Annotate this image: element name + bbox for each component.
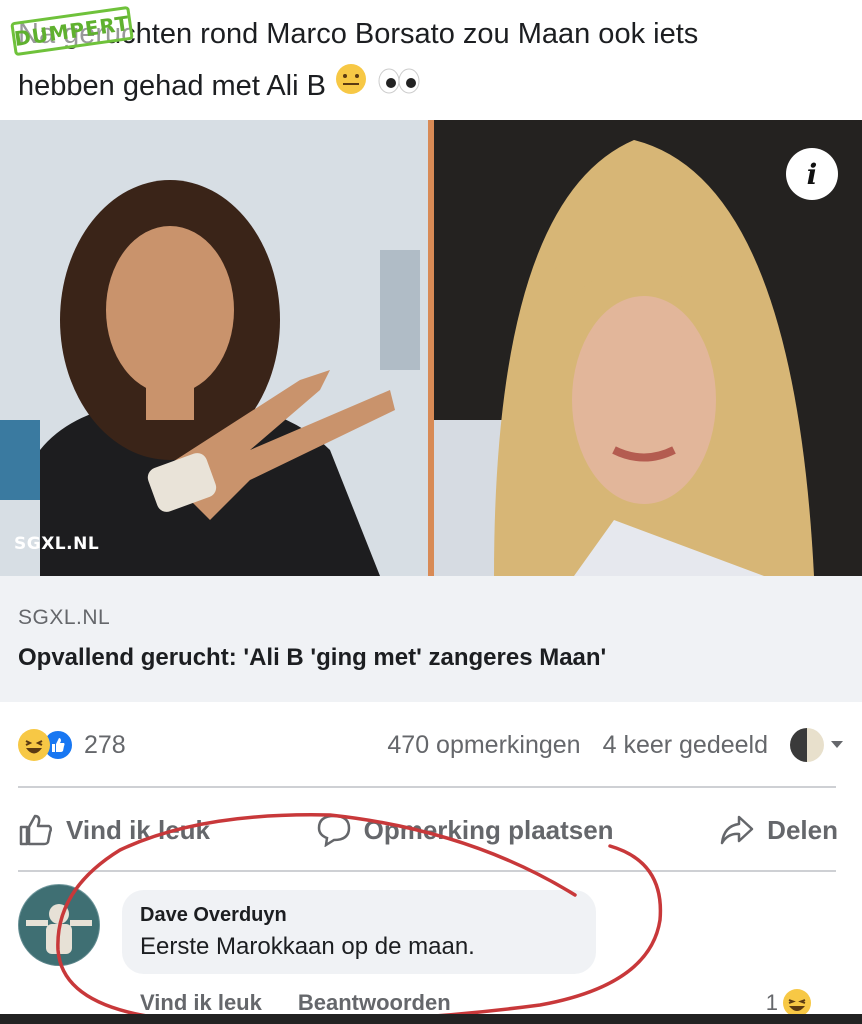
bottom-bar — [0, 1014, 862, 1024]
comment: Dave Overduyn Eerste Marokkaan op de maa… — [18, 884, 838, 1024]
post-stats: 278 470 opmerkingen 4 keer gedeeld — [18, 722, 844, 768]
commenter-name[interactable]: Dave Overduyn — [140, 904, 578, 927]
info-icon[interactable]: i — [786, 148, 838, 200]
comment-button[interactable]: Opmerking plaatsen — [316, 813, 614, 847]
photo-man[interactable]: SGXL.NL — [0, 120, 428, 576]
commenter-avatar[interactable] — [18, 884, 100, 966]
post-media[interactable]: SGXL.NL i — [0, 120, 862, 576]
share-icon — [720, 815, 754, 845]
comment-reply-link[interactable]: Beantwoorden — [298, 990, 451, 1016]
separator-bottom — [18, 870, 836, 872]
audience-selector[interactable] — [790, 728, 844, 762]
comments-count[interactable]: 470 opmerkingen — [387, 731, 580, 760]
sgxl-watermark: SGXL.NL — [14, 534, 100, 554]
comment-bubble: Dave Overduyn Eerste Marokkaan op de maa… — [122, 890, 596, 974]
share-button-label: Delen — [767, 814, 838, 845]
post-text: Na geruchten rond Marco Borsato zou Maan… — [18, 8, 838, 113]
reactions-summary[interactable]: 278 — [18, 729, 126, 761]
like-button[interactable]: Vind ik leuk — [18, 813, 210, 847]
comment-text: Eerste Marokkaan op de maan. — [140, 933, 475, 960]
comment-actions: Vind ik leuk Beantwoorden — [140, 990, 451, 1016]
zipper-mouth-emoji-icon — [334, 61, 368, 113]
link-title[interactable]: Opvallend gerucht: 'Ali B 'ging met' zan… — [18, 644, 844, 672]
reactions-count: 278 — [84, 730, 126, 759]
man-illustration — [0, 120, 428, 576]
thumbs-up-icon — [19, 814, 53, 846]
post-actions: Vind ik leuk Opmerking plaatsen Delen — [18, 800, 838, 860]
like-button-label: Vind ik leuk — [66, 814, 211, 845]
share-button[interactable]: Delen — [719, 813, 838, 847]
comment-reaction-count: 1 — [765, 990, 778, 1015]
haha-reaction-icon — [18, 729, 50, 761]
shares-count[interactable]: 4 keer gedeeld — [603, 731, 768, 760]
comment-icon — [317, 814, 350, 847]
stats-right: 470 opmerkingen 4 keer gedeeld — [387, 728, 844, 762]
caret-down-icon — [831, 741, 843, 748]
comment-like-link[interactable]: Vind ik leuk — [140, 990, 262, 1016]
separator-top — [18, 786, 836, 788]
link-preview[interactable]: SGXL.NL Opvallend gerucht: 'Ali B 'ging … — [0, 576, 862, 702]
post-text-line-2: hebben gehad met Ali B — [18, 60, 838, 113]
comment-button-label: Opmerking plaatsen — [363, 814, 614, 845]
post-text-line-1: Na geruchten rond Marco Borsato zou Maan… — [18, 18, 699, 50]
link-domain: SGXL.NL — [18, 606, 111, 629]
audience-avatar-icon — [790, 728, 824, 762]
post-text-line-2-content: hebben gehad met Ali B — [18, 70, 326, 102]
eyes-emoji-icon — [376, 61, 422, 113]
photo-woman[interactable]: i — [434, 120, 862, 576]
